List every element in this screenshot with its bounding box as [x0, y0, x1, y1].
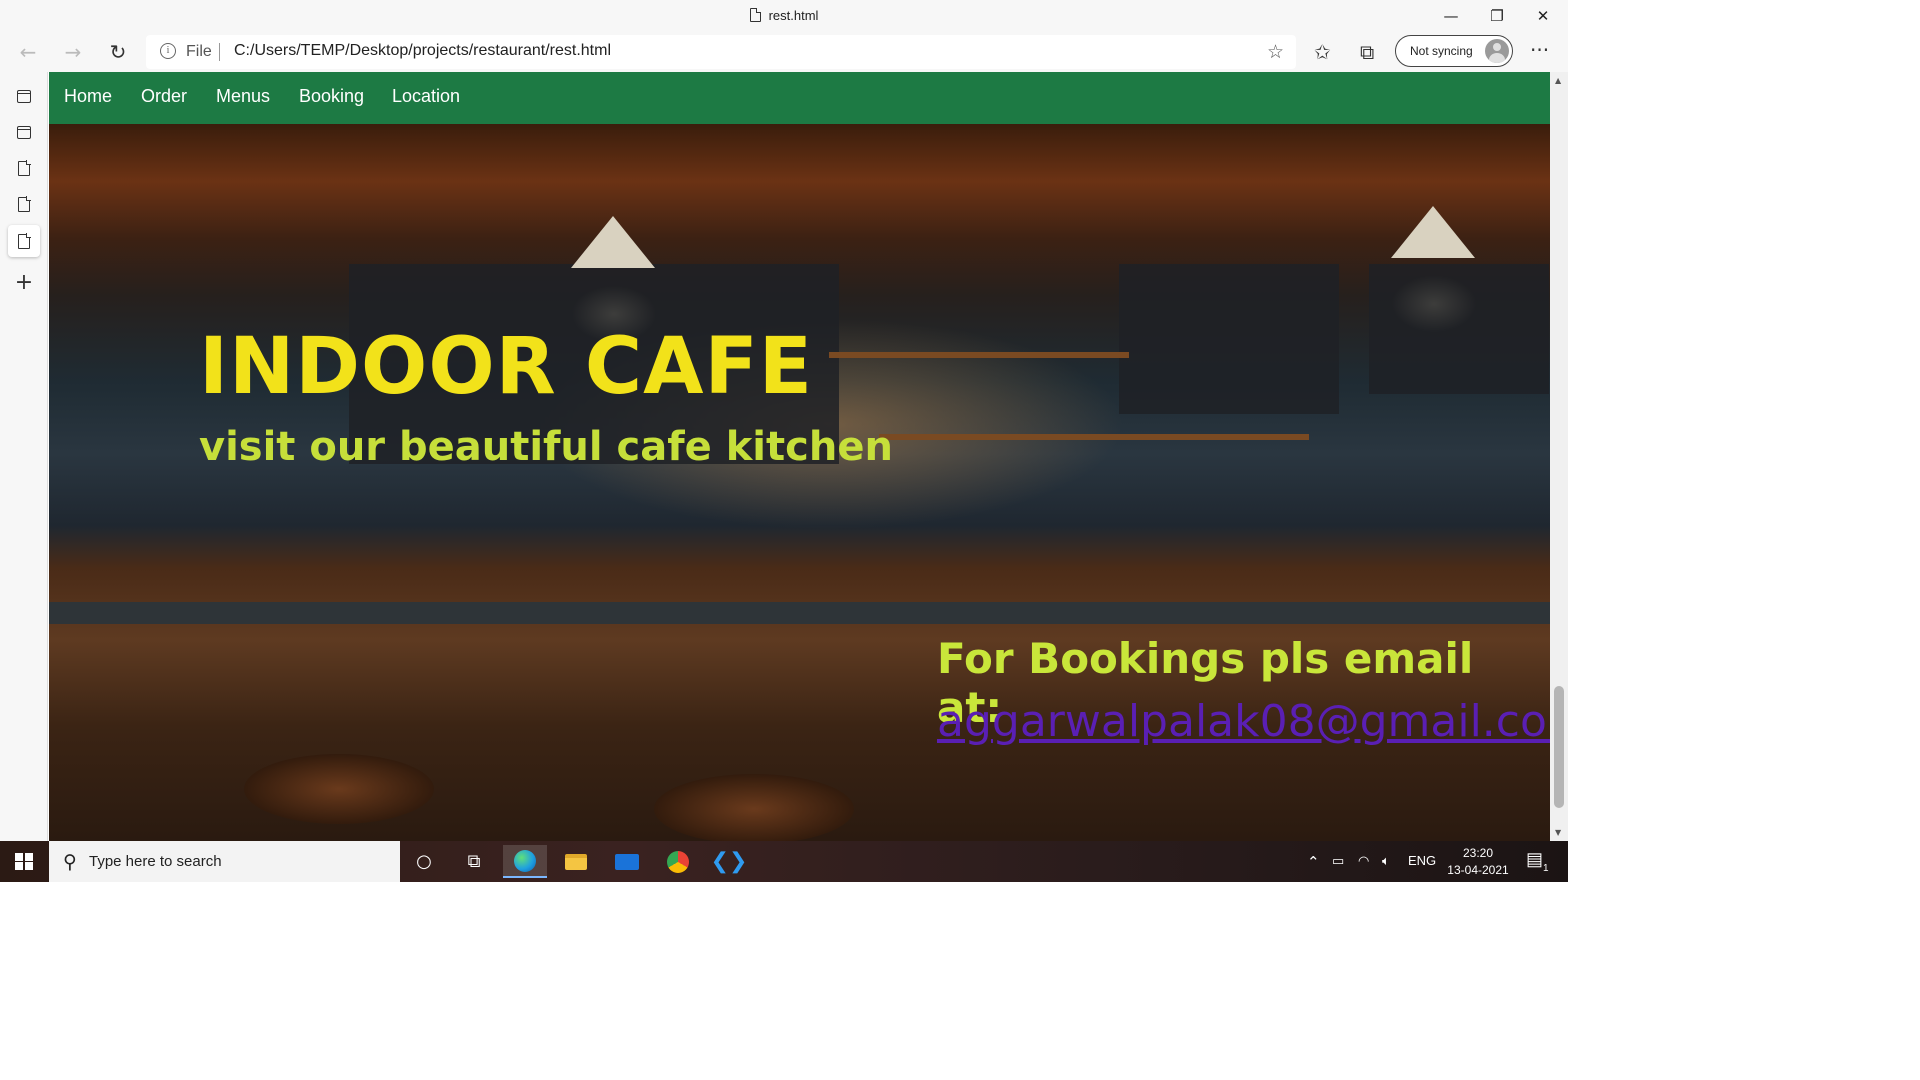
bar-shelf	[829, 352, 1129, 358]
url-text[interactable]: C:/Users/TEMP/Desktop/projects/restauran…	[234, 42, 611, 60]
more-menu-icon[interactable]: ···	[1530, 38, 1549, 62]
nav-menus-link[interactable]: Menus	[216, 86, 270, 107]
scroll-down-icon[interactable]: ▼	[1555, 828, 1561, 837]
web-page: Home Order Menus Booking Location INDOOR…	[49, 72, 1550, 841]
tab-active-page-icon[interactable]	[8, 225, 40, 257]
notification-count: 1	[1543, 863, 1549, 874]
notifications-icon[interactable]: ▤1	[1526, 849, 1549, 874]
restore-button[interactable]: ❐	[1474, 0, 1520, 32]
taskbar-search[interactable]: ⚲ Type here to search	[49, 841, 400, 882]
scroll-up-icon[interactable]: ▲	[1555, 76, 1561, 85]
chrome-icon[interactable]	[656, 845, 700, 878]
search-icon: ⚲	[63, 851, 77, 873]
back-button[interactable]: ←	[12, 36, 44, 68]
menu-chalkboard	[1119, 264, 1339, 414]
file-explorer-icon[interactable]	[554, 845, 598, 878]
hero-background-image: INDOOR CAFE visit our beautiful cafe kit…	[49, 124, 1550, 841]
nav-booking-link[interactable]: Booking	[299, 86, 364, 107]
battery-icon[interactable]: ▭	[1332, 853, 1344, 869]
bar-stool	[654, 774, 854, 841]
pendant-lamp	[1391, 206, 1475, 258]
mail-icon[interactable]	[605, 845, 649, 878]
nav-order-link[interactable]: Order	[141, 86, 187, 107]
nav-location-link[interactable]: Location	[392, 86, 460, 107]
close-button[interactable]: ✕	[1520, 0, 1566, 32]
bar-counter	[49, 602, 1550, 624]
minimize-button[interactable]: —	[1428, 0, 1474, 32]
address-bar[interactable]: i File C:/Users/TEMP/Desktop/projects/re…	[146, 35, 1296, 69]
page-scrollbar[interactable]: ▲ ▼	[1550, 72, 1568, 841]
tab-actions-icon[interactable]	[8, 80, 40, 112]
bar-shelf	[879, 434, 1309, 440]
site-navbar: Home Order Menus Booking Location	[49, 72, 1550, 124]
booking-email-link[interactable]: aggarwalpalak08@gmail.com	[937, 696, 1550, 747]
tab-page-icon[interactable]	[8, 188, 40, 220]
browser-toolbar: ← → ↻ i File C:/Users/TEMP/Desktop/proje…	[0, 32, 1568, 72]
info-icon[interactable]: i	[160, 43, 176, 59]
url-scheme: File	[186, 43, 212, 60]
sync-label: Not syncing	[1410, 44, 1473, 58]
pendant-lamp	[571, 216, 655, 268]
avatar	[1485, 39, 1509, 63]
show-hidden-icons-icon[interactable]: ⌃	[1307, 853, 1320, 871]
refresh-button[interactable]: ↻	[102, 36, 134, 68]
tab-calendar-icon[interactable]	[8, 116, 40, 148]
collections-icon[interactable]: ⧉	[1360, 40, 1374, 64]
divider	[219, 43, 220, 61]
start-button[interactable]	[0, 841, 48, 882]
vertical-tabs-sidebar: +	[0, 72, 48, 841]
edge-browser-icon[interactable]	[503, 845, 547, 878]
nav-home-link[interactable]: Home	[64, 86, 112, 107]
menu-chalkboard	[1369, 264, 1549, 394]
profile-sync-button[interactable]: Not syncing	[1395, 35, 1513, 67]
task-view-icon[interactable]: ⧉	[452, 845, 496, 878]
bar-stool	[244, 754, 434, 824]
hero-subtitle: visit our beautiful cafe kitchen	[199, 424, 893, 470]
add-favorite-icon[interactable]: ☆	[1267, 41, 1284, 63]
forward-button[interactable]: →	[57, 36, 89, 68]
search-placeholder: Type here to search	[89, 853, 222, 870]
network-icon[interactable]: ◠	[1358, 853, 1369, 869]
cortana-icon[interactable]: ○	[402, 845, 446, 878]
windows-logo-icon	[15, 852, 33, 871]
favorites-icon[interactable]: ✩	[1314, 40, 1331, 64]
language-indicator[interactable]: ENG	[1408, 853, 1436, 868]
volume-icon[interactable]: 🔈︎	[1382, 853, 1390, 869]
scrollbar-thumb[interactable]	[1554, 686, 1564, 808]
taskbar: ⚲ Type here to search ○ ⧉ ❮❯ ⌃ ▭ ◠ 🔈︎ EN…	[0, 841, 1568, 882]
new-tab-icon[interactable]: +	[8, 267, 40, 299]
vscode-icon[interactable]: ❮❯	[707, 845, 751, 878]
clock-time: 23:20	[1462, 846, 1494, 860]
clock-date: 13-04-2021	[1447, 863, 1509, 877]
document-icon	[749, 8, 761, 22]
window-title: rest.html	[0, 8, 1568, 23]
hero-title: INDOOR CAFE	[199, 322, 814, 412]
tab-page-icon[interactable]	[8, 152, 40, 184]
clock[interactable]: 23:20 13-04-2021	[1440, 845, 1516, 879]
title-bar: rest.html — ❐ ✕	[0, 0, 1568, 32]
